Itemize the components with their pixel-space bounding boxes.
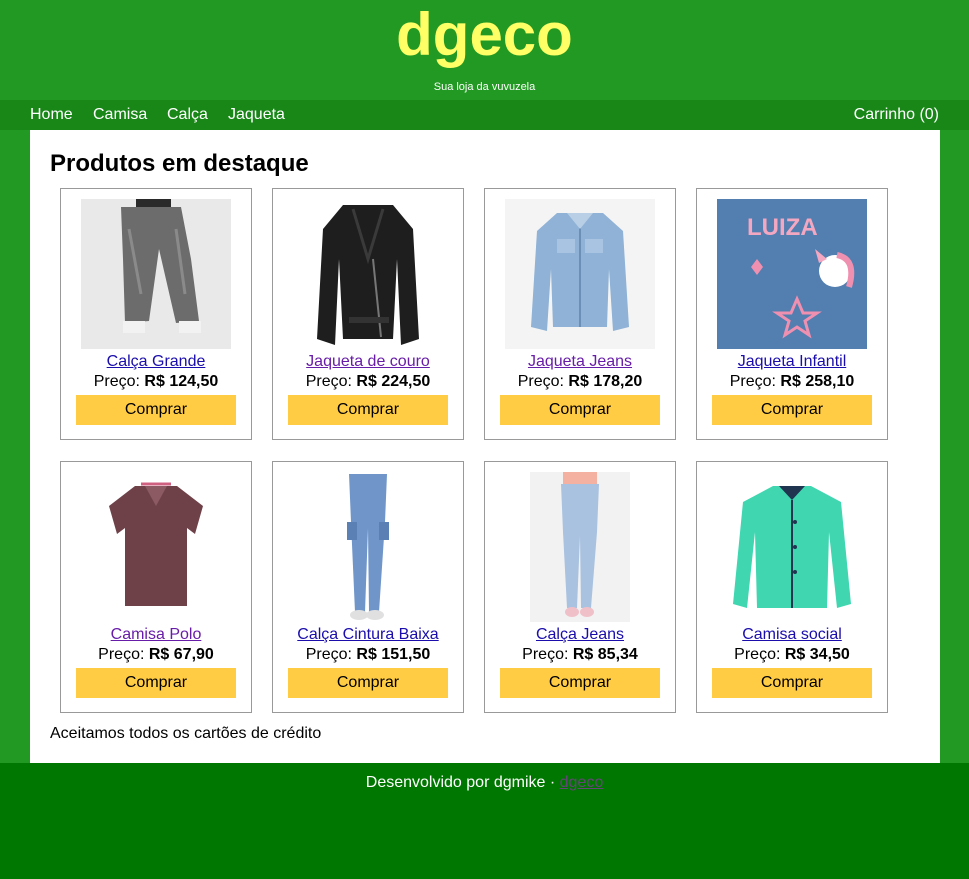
footer-link[interactable]: dgeco (560, 774, 604, 791)
svg-text:LUIZA: LUIZA (747, 214, 818, 241)
buy-button[interactable]: Comprar (288, 668, 448, 698)
product-name[interactable]: Calça Jeans (485, 626, 675, 644)
payment-note: Aceitamos todos os cartões de crédito (50, 725, 322, 742)
product-name[interactable]: Jaqueta Infantil (697, 353, 887, 371)
polo-shirt-image[interactable] (81, 472, 231, 622)
product-name[interactable]: Camisa social (697, 626, 887, 644)
footer-text: Desenvolvido por dgmike · (365, 774, 556, 791)
site-footer: Desenvolvido por dgmike · dgeco (0, 763, 969, 879)
left-band (0, 130, 30, 763)
kids-jacket-image[interactable]: LUIZA (717, 199, 867, 349)
nav-item-camisa[interactable]: Camisa (93, 106, 147, 124)
product-price: Preço: R$ 258,10 (729, 373, 855, 390)
buy-button[interactable]: Comprar (712, 395, 872, 425)
denim-jacket-image[interactable] (505, 199, 655, 349)
buy-button[interactable]: Comprar (712, 668, 872, 698)
site-logo[interactable]: dgeco (0, 2, 969, 68)
right-band (940, 130, 969, 763)
product-card: Jaqueta Jeans Preço: R$ 178,20 Comprar (484, 188, 676, 440)
main-nav: Home Camisa Calça Jaqueta Carrinho (0) (0, 100, 969, 130)
product-name[interactable]: Camisa Polo (61, 626, 251, 644)
product-price: Preço: R$ 224,50 (305, 373, 431, 390)
buy-button[interactable]: Comprar (76, 395, 236, 425)
buy-button[interactable]: Comprar (500, 668, 660, 698)
product-name[interactable]: Jaqueta de couro (273, 353, 463, 371)
product-card: Camisa social Preço: R$ 34,50 Comprar (696, 461, 888, 713)
nav-item-home[interactable]: Home (30, 106, 73, 124)
footer-credit: Desenvolvido por dgmike · dgeco (0, 774, 969, 792)
baggy-jeans-image[interactable] (81, 199, 231, 349)
product-name[interactable]: Jaqueta Jeans (485, 353, 675, 371)
product-price: Preço: R$ 85,34 (522, 646, 638, 663)
product-card: Calça Grande Preço: R$ 124,50 Comprar (60, 188, 252, 440)
product-price: Preço: R$ 178,20 (517, 373, 643, 390)
main-content: Produtos em destaque Calça Grande Preço:… (30, 130, 940, 763)
product-card: Camisa Polo Preço: R$ 67,90 Comprar (60, 461, 252, 713)
product-price: Preço: R$ 151,50 (305, 646, 431, 663)
buy-button[interactable]: Comprar (76, 668, 236, 698)
buy-button[interactable]: Comprar (288, 395, 448, 425)
dress-shirt-image[interactable] (717, 472, 867, 622)
leather-jacket-image[interactable] (293, 199, 443, 349)
product-card: Calça Cintura Baixa Preço: R$ 151,50 Com… (272, 461, 464, 713)
nav-item-jaqueta[interactable]: Jaqueta (228, 106, 285, 124)
product-card: Jaqueta de couro Preço: R$ 224,50 Compra… (272, 188, 464, 440)
product-name[interactable]: Calça Grande (61, 353, 251, 371)
cart-link[interactable]: Carrinho (0) (854, 106, 939, 124)
page-title: Produtos em destaque (50, 150, 309, 177)
nav-item-calca[interactable]: Calça (167, 106, 208, 124)
product-card: LUIZA Jaqueta Infantil Preço: R$ 258,10 … (696, 188, 888, 440)
buy-button[interactable]: Comprar (500, 395, 660, 425)
product-card: Calça Jeans Preço: R$ 85,34 Comprar (484, 461, 676, 713)
site-tagline: Sua loja da vuvuzela (433, 81, 536, 93)
cargo-jeans-image[interactable] (293, 472, 443, 622)
site-header: dgeco Sua loja da vuvuzela (0, 0, 969, 100)
skinny-jeans-image[interactable] (505, 472, 655, 622)
product-price: Preço: R$ 124,50 (93, 373, 219, 390)
product-price: Preço: R$ 67,90 (98, 646, 214, 663)
product-price: Preço: R$ 34,50 (734, 646, 850, 663)
product-name[interactable]: Calça Cintura Baixa (273, 626, 463, 644)
